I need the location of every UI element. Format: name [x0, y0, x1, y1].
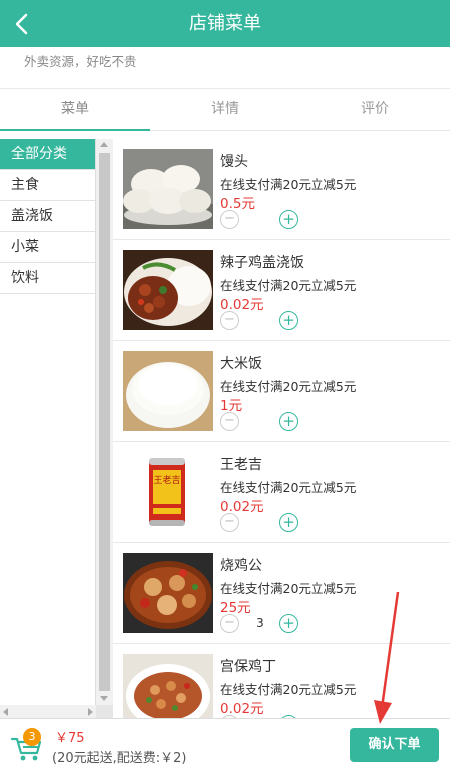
horizontal-scrollbar[interactable] [0, 705, 96, 718]
plus-circle-icon[interactable]: + [279, 210, 298, 229]
product-promo: 在线支付满20元立减5元 [220, 177, 357, 192]
product-price: 0.02元 [220, 297, 264, 313]
product-list: 馒头 在线支付满20元立减5元 0.5元 − + 辣子鸡盖浇饭 在线支付满20元… [113, 139, 450, 718]
can-label: 王老吉 [153, 474, 180, 486]
product-price: 25元 [220, 600, 251, 616]
minus-circle-icon[interactable]: − [220, 513, 239, 532]
product-price: 0.5元 [220, 196, 255, 212]
plus-circle-icon[interactable]: + [279, 614, 298, 633]
product-name: 辣子鸡盖浇饭 [220, 255, 304, 271]
vertical-scrollbar[interactable] [96, 139, 113, 705]
product-name: 王老吉 [220, 457, 262, 473]
product-item: 大米饭 在线支付满20元立减5元 1元 − + [113, 341, 450, 442]
product-name: 大米饭 [220, 356, 262, 372]
minus-circle-icon[interactable]: − [220, 210, 239, 229]
product-item: 辣子鸡盖浇饭 在线支付满20元立减5元 0.02元 − + [113, 240, 450, 341]
product-item: 烧鸡公 在线支付满20元立减5元 25元 − 3 + [113, 543, 450, 644]
category-item-side-dish[interactable]: 小菜 [0, 232, 95, 263]
product-image [123, 149, 213, 229]
product-promo: 在线支付满20元立减5元 [220, 480, 357, 495]
category-item-drinks[interactable]: 饮料 [0, 263, 95, 294]
shop-slogan: 外卖资源，好吃不贵 [0, 47, 450, 89]
product-quantity: 3 [256, 616, 264, 630]
category-item-staple[interactable]: 主食 [0, 170, 95, 201]
minus-circle-icon[interactable]: − [220, 311, 239, 330]
cart-total: ￥75 [55, 731, 85, 746]
tab-menu[interactable]: 菜单 [0, 89, 150, 131]
product-promo: 在线支付满20元立减5元 [220, 379, 357, 394]
minus-circle-icon[interactable]: − [220, 614, 239, 633]
product-image [123, 351, 213, 431]
product-item: 王老吉 王老吉 在线支付满20元立减5元 0.02元 − + [113, 442, 450, 543]
top-bar: 店铺菜单 [0, 0, 450, 47]
product-price: 1元 [220, 398, 243, 414]
confirm-order-button[interactable]: 确认下单 [350, 728, 439, 762]
scroll-up-arrow-icon[interactable] [100, 142, 108, 147]
cart-footer: 3 ￥75 (20元起送,配送费:￥2) 确认下单 [0, 718, 450, 770]
product-name: 宫保鸡丁 [220, 659, 276, 675]
product-image [123, 553, 213, 633]
product-image [123, 250, 213, 330]
tab-bar: 菜单 详情 评价 [0, 89, 450, 131]
product-promo: 在线支付满20元立减5元 [220, 278, 357, 293]
page-title: 店铺菜单 [189, 13, 261, 34]
product-promo: 在线支付满20元立减5元 [220, 682, 357, 697]
product-name: 馒头 [220, 154, 248, 170]
scroll-right-arrow-icon[interactable] [88, 708, 93, 716]
product-promo: 在线支付满20元立减5元 [220, 581, 357, 596]
tab-reviews[interactable]: 评价 [300, 89, 450, 130]
product-item: 宫保鸡丁 在线支付满20元立减5元 0.02元 − + [113, 644, 450, 718]
product-image [123, 654, 213, 718]
category-sidebar: 全部分类 主食 盖浇饭 小菜 饮料 [0, 139, 96, 718]
product-price: 0.02元 [220, 499, 264, 515]
plus-circle-icon[interactable]: + [279, 513, 298, 532]
scroll-left-arrow-icon[interactable] [3, 708, 8, 716]
product-item: 馒头 在线支付满20元立减5元 0.5元 − + [113, 139, 450, 240]
cart-count-badge: 3 [23, 728, 41, 746]
delivery-fee-info: (20元起送,配送费:￥2) [52, 751, 187, 766]
plus-circle-icon[interactable]: + [279, 311, 298, 330]
scroll-thumb[interactable] [99, 153, 110, 691]
product-image: 王老吉 [123, 452, 213, 532]
category-item-rice-bowl[interactable]: 盖浇饭 [0, 201, 95, 232]
scroll-down-arrow-icon[interactable] [100, 696, 108, 701]
product-name: 烧鸡公 [220, 558, 262, 574]
category-item-all[interactable]: 全部分类 [0, 139, 95, 170]
plus-circle-icon[interactable]: + [279, 412, 298, 431]
product-price: 0.02元 [220, 701, 264, 717]
scrollbar-corner [96, 705, 113, 718]
tab-details[interactable]: 详情 [150, 89, 300, 130]
minus-circle-icon[interactable]: − [220, 412, 239, 431]
